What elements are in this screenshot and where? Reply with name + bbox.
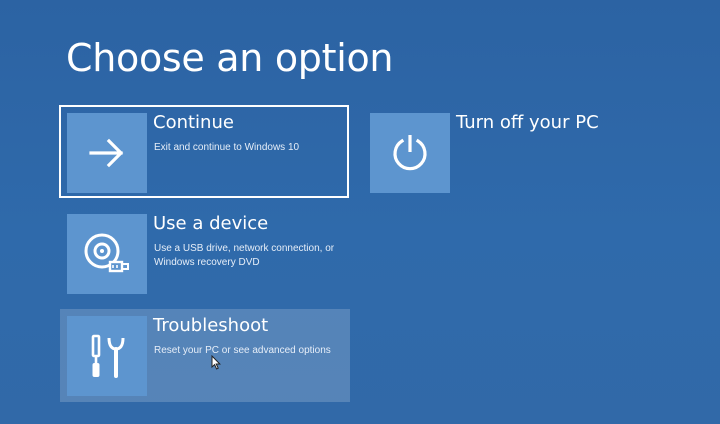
troubleshoot-description: Reset your PC or see advanced options [154, 345, 331, 356]
use-device-option[interactable]: Use a device Use a USB drive, network co… [60, 207, 350, 300]
troubleshoot-option[interactable]: Troubleshoot Reset your PC or see advanc… [60, 309, 350, 402]
turn-off-option[interactable]: Turn off your PC [363, 106, 653, 199]
tools-icon [67, 316, 147, 396]
use-device-description: Use a USB drive, network connection, or … [154, 243, 335, 268]
arrow-right-icon [67, 113, 147, 193]
continue-description: Exit and continue to Windows 10 [154, 142, 300, 153]
continue-title: Continue [153, 112, 234, 133]
use-device-title: Use a device [153, 213, 269, 234]
disc-usb-icon [67, 214, 147, 294]
page-title: Choose an option [66, 36, 394, 80]
continue-option[interactable]: Continue Exit and continue to Windows 10 [59, 105, 349, 198]
turn-off-title: Turn off your PC [456, 112, 599, 133]
power-icon [370, 113, 450, 193]
troubleshoot-title: Troubleshoot [153, 315, 269, 336]
